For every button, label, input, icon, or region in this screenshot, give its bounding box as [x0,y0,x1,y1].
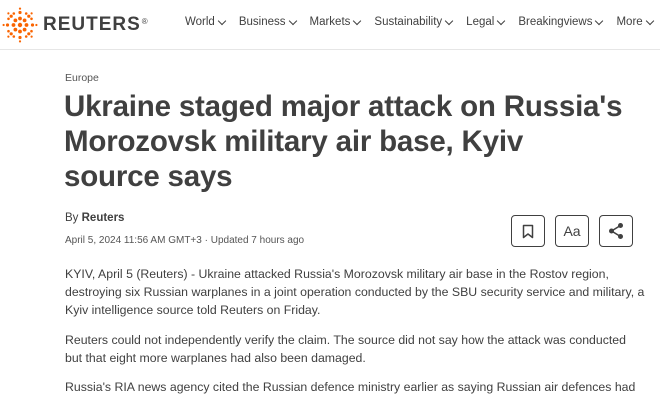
chevron-down-icon [217,16,227,25]
chevron-down-icon [288,16,297,25]
nav-item-label: More [616,16,643,28]
bookmark-button[interactable] [511,215,545,247]
nav-item-label: Business [238,16,286,28]
registered-mark: ® [141,16,148,26]
chevron-down-icon [595,16,604,25]
nav-item-label: Markets [309,16,351,28]
nav-item-business[interactable]: Business [238,16,297,28]
nav-item-more[interactable]: More [616,16,654,28]
author-link[interactable]: Reuters [82,212,125,224]
nav-item-markets[interactable]: Markets [309,16,362,28]
nav-item-breakingviews[interactable]: Breakingviews [518,16,604,28]
nav-item-label: Sustainability [374,16,443,28]
text-size-label: Aa [563,223,581,239]
nav-item-legal[interactable]: Legal [466,16,506,28]
article-paragraph: Reuters could not independently verify t… [65,333,626,365]
nav-item-sustainability[interactable]: Sustainability [374,16,454,28]
nav-item-label: Legal [466,16,495,28]
article-category-link[interactable]: Europe [65,72,99,84]
article-date: April 5, 2024 11:56 AM GMT+3 · Updated 7… [65,235,305,246]
chevron-down-icon [645,16,654,25]
nav-item-world[interactable]: World [185,16,227,28]
reuters-logo[interactable]: REUTERS ® [2,7,148,43]
chevron-down-icon [444,16,454,25]
site-header: REUTERS ® World Business Markets Sustain… [0,0,660,50]
article-byline: By Reuters [65,212,124,224]
share-button[interactable] [599,215,633,247]
byline-prefix: By [65,212,82,224]
article-paragraph: Russia's RIA news agency cited the Russi… [65,380,636,394]
chevron-down-icon [497,16,506,25]
reuters-logo-icon [2,7,38,43]
share-icon [609,223,623,239]
bookmark-icon [522,224,534,238]
article-paragraph: KYIV, April 5 (Reuters) - Ukraine attack… [65,267,645,317]
nav-item-label: World [185,16,215,28]
brand-name: REUTERS [43,14,141,35]
nav-item-label: Breakingviews [518,16,593,28]
chevron-down-icon [353,16,362,25]
main-nav: World Business Markets Sustainability Le… [185,16,660,28]
text-size-button[interactable]: Aa [555,215,589,247]
article-headline: Ukraine staged major attack on Russia's … [64,90,623,193]
